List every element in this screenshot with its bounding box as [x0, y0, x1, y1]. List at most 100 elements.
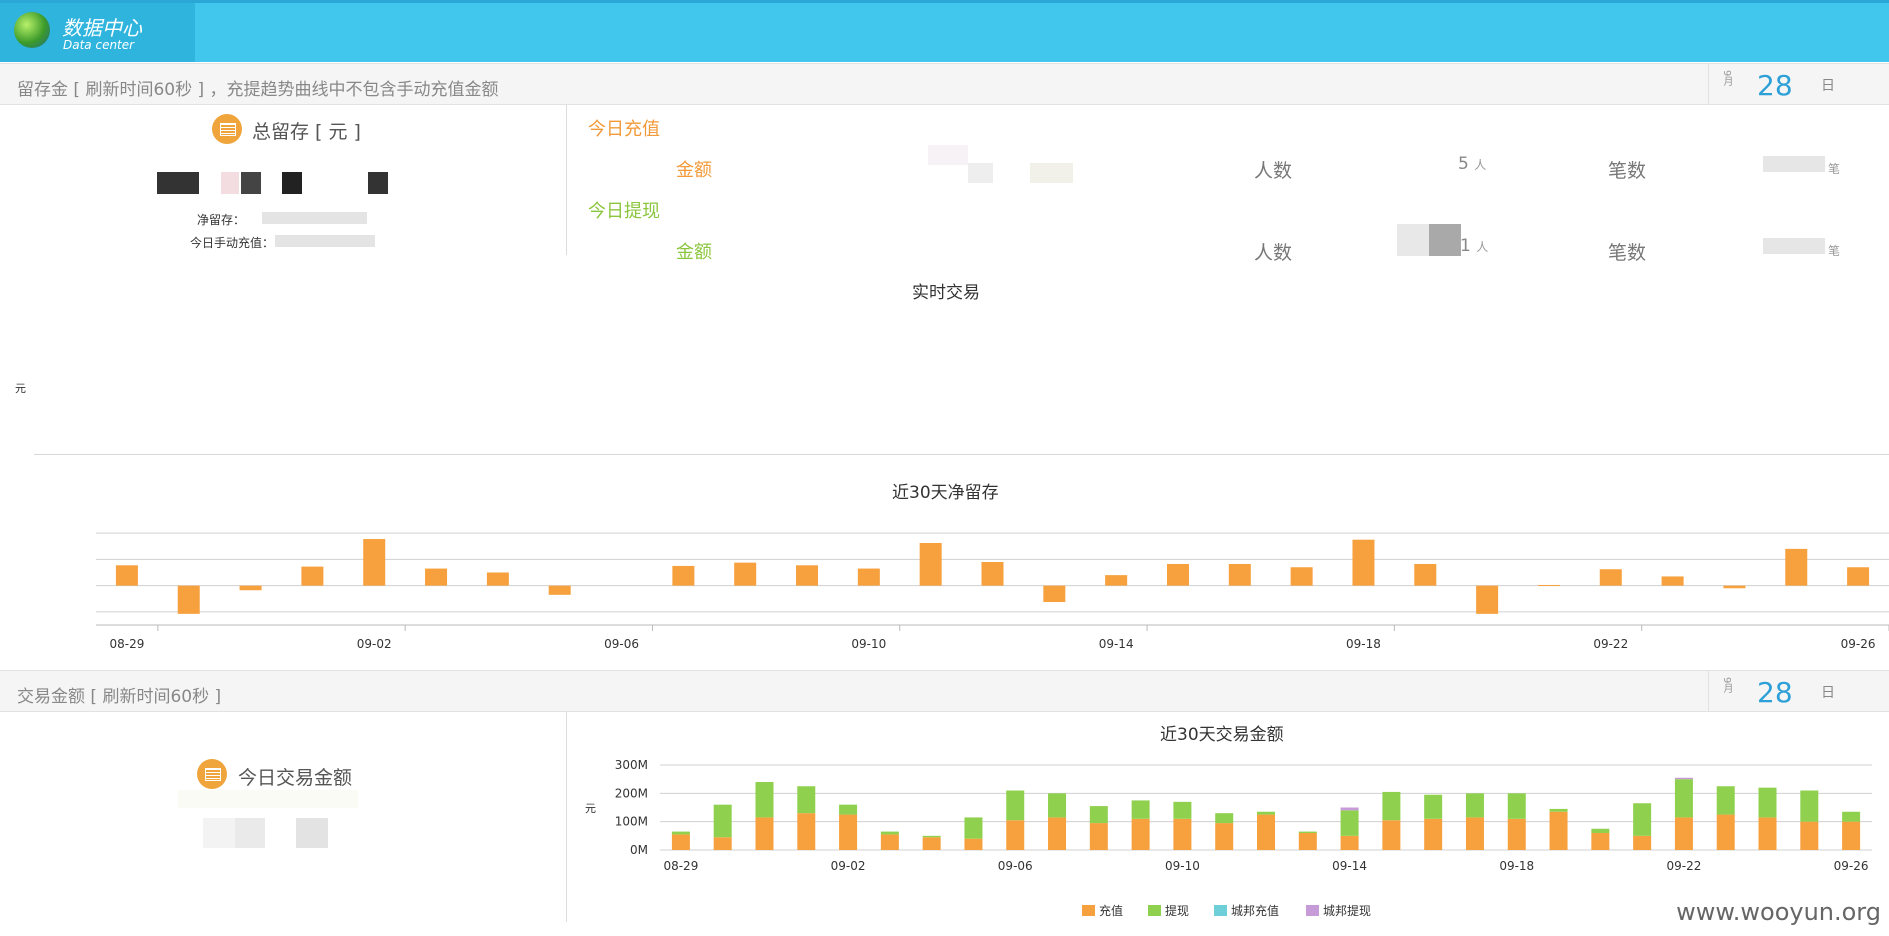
retention-bar — [363, 539, 386, 586]
net-retention-value-redacted — [262, 212, 367, 224]
transaction-bar-segment — [1716, 786, 1735, 815]
retention-x-tick: 09-18 — [1346, 637, 1381, 651]
transaction-bar-segment — [964, 838, 983, 850]
transaction-bar-segment — [1716, 814, 1735, 850]
recharge-count-unit: 笔 — [1828, 162, 1841, 176]
transaction-x-tick: 09-06 — [998, 859, 1033, 873]
legend-item[interactable]: 城邦充值 — [1214, 902, 1279, 919]
date-display-2: 9月 28 日 — [1708, 671, 1889, 711]
calendar-icon — [212, 114, 242, 144]
legend-label: 城邦充值 — [1231, 904, 1280, 918]
recharge-people-value: 5 人 — [1458, 154, 1486, 174]
transaction-y-tick: 200M — [615, 786, 648, 800]
legend-label: 城邦提现 — [1323, 904, 1372, 918]
transaction-bar-segment — [1173, 801, 1192, 819]
transaction-bar-segment — [1340, 807, 1359, 811]
retention-chart-title: 近30天净留存 — [892, 483, 999, 503]
retention-bar — [857, 568, 880, 586]
section-retention-bar: 留存金 [ 刷新时间60秒 ] ，充提趋势曲线中不包含手动充值金额 9月 28 … — [0, 63, 1889, 105]
retention-bar — [1785, 548, 1808, 586]
retention-x-tick: 08-29 — [109, 637, 144, 651]
transaction-y-label: 元 — [585, 802, 596, 815]
transaction-bar-segment — [1465, 817, 1484, 850]
recharge-amount-label: 金额 — [676, 160, 712, 181]
transaction-bar-segment — [922, 835, 941, 838]
transaction-bar-segment — [880, 834, 899, 850]
transaction-x-tick: 09-18 — [1499, 859, 1534, 873]
transaction-bar-segment — [1800, 790, 1819, 822]
retention-bar — [919, 542, 942, 586]
retention-bar — [734, 562, 757, 586]
transaction-bar-segment — [1800, 821, 1819, 850]
net-retention-label: 净留存： — [197, 213, 246, 227]
transaction-bar-segment — [1674, 817, 1693, 850]
calendar-icon-2 — [197, 759, 227, 789]
legend-swatch — [1214, 905, 1227, 916]
transaction-y-tick: 100M — [615, 815, 648, 829]
retention-bar — [1661, 576, 1684, 586]
withdraw-count-redacted — [1763, 238, 1825, 254]
transaction-bar-segment — [1298, 833, 1317, 850]
legend-item[interactable]: 充值 — [1082, 902, 1123, 919]
realtime-y-label: 元 — [15, 382, 26, 395]
transaction-bar-segment — [671, 834, 690, 850]
section-retention-title: 留存金 [ 刷新时间60秒 ] ，充提趋势曲线中不包含手动充值金额 — [17, 80, 499, 100]
manual-recharge-value-redacted — [275, 235, 375, 247]
logo-title: 数据中心 — [62, 16, 142, 40]
manual-recharge-label: 今日手动充值： — [190, 236, 275, 250]
retention-x-tick: 09-14 — [1099, 637, 1134, 651]
transaction-x-tick: 08-29 — [663, 859, 698, 873]
retention-bar — [981, 562, 1004, 586]
withdraw-people-unit: 人 — [1476, 240, 1489, 254]
retention-x-tick: 09-06 — [604, 637, 639, 651]
transaction-bar-segment — [1089, 806, 1108, 824]
globe-icon — [14, 12, 50, 48]
recharge-amount-redacted — [928, 145, 1073, 183]
legend-item[interactable]: 提现 — [1148, 902, 1189, 919]
transaction-bar-segment — [1842, 811, 1861, 822]
transaction-bar-segment — [1006, 790, 1025, 821]
transaction-x-tick: 09-02 — [831, 859, 866, 873]
recharge-people-number: 5 — [1458, 154, 1469, 174]
transaction-bar-segment — [1131, 800, 1150, 819]
today-recharge-heading: 今日充值 — [588, 119, 660, 140]
panel-divider-2 — [566, 712, 567, 922]
today-withdraw-heading: 今日提现 — [588, 201, 660, 222]
transaction-bar-segment — [1591, 833, 1610, 850]
transaction-bar-segment — [1549, 808, 1568, 812]
total-retention-value-redacted — [157, 172, 389, 194]
retention-bar — [1599, 569, 1622, 586]
transaction-bar-segment — [1340, 835, 1359, 850]
withdraw-count-unit: 笔 — [1828, 244, 1841, 258]
section-transaction-title: 交易金额 [ 刷新时间60秒 ] — [17, 687, 222, 707]
transaction-bar-segment — [1089, 823, 1108, 850]
transaction-bar-segment — [1758, 787, 1777, 818]
date-unit: 日 — [1821, 78, 1835, 94]
transaction-bar-segment — [839, 804, 858, 815]
retention-bar — [1537, 584, 1560, 586]
transaction-bar-segment — [964, 817, 983, 839]
recharge-count-redacted — [1763, 156, 1825, 172]
transaction-bar-segment — [1674, 777, 1693, 780]
retention-bar — [486, 572, 509, 586]
retention-bar — [796, 565, 819, 586]
transaction-bar-segment — [1048, 817, 1067, 850]
total-retention-title: 总留存 [ 元 ] — [252, 121, 361, 143]
withdraw-people-redacted-b — [1429, 224, 1461, 256]
date-day: 28 — [1757, 69, 1793, 102]
transaction-bar-segment — [671, 831, 690, 835]
retention-bar — [1476, 585, 1499, 614]
date-month: 9月 — [1721, 70, 1732, 87]
withdraw-people-redacted-a — [1397, 224, 1429, 256]
logo[interactable]: 数据中心 Data center — [0, 3, 195, 62]
logo-subtitle: Data center — [63, 38, 135, 52]
date-unit-2: 日 — [1821, 685, 1835, 701]
transaction-chart-title: 近30天交易金额 — [1160, 725, 1284, 745]
retention-bar — [239, 585, 262, 591]
transaction-bar-segment — [1633, 835, 1652, 850]
transaction-bar-segment — [839, 814, 858, 850]
retention-x-tick: 09-10 — [851, 637, 886, 651]
transaction-x-tick: 09-22 — [1666, 859, 1701, 873]
recharge-people-unit: 人 — [1474, 158, 1487, 172]
legend-item[interactable]: 城邦提现 — [1306, 902, 1371, 919]
